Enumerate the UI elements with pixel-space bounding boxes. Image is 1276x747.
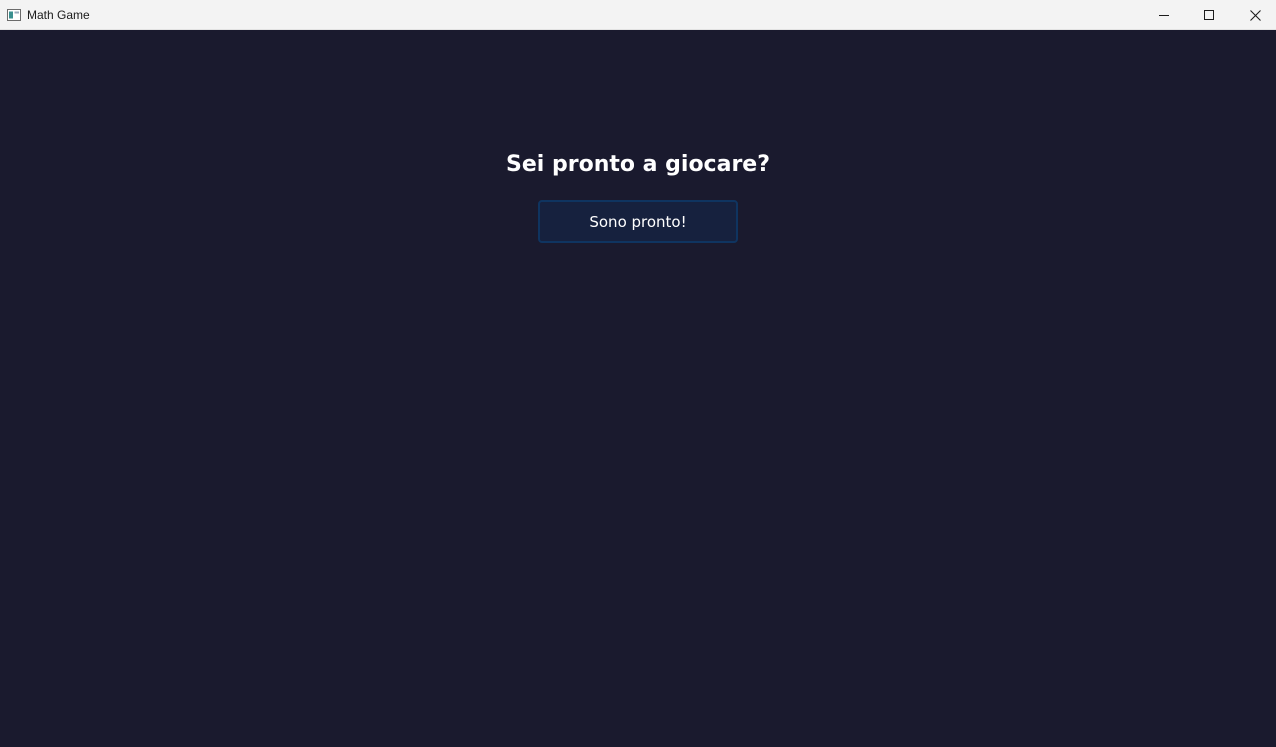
app-window: Math Game Sei pronto a giocare? Sono pro… — [0, 0, 1276, 747]
window-app-icon — [7, 9, 21, 21]
ready-prompt-heading: Sei pronto a giocare? — [506, 152, 770, 177]
window-title: Math Game — [27, 8, 90, 22]
maximize-icon — [1204, 10, 1214, 20]
minimize-icon — [1159, 15, 1169, 16]
title-bar[interactable]: Math Game — [0, 0, 1276, 30]
maximize-button[interactable] — [1186, 0, 1232, 30]
close-icon — [1249, 9, 1261, 21]
close-button[interactable] — [1232, 0, 1276, 30]
game-content: Sei pronto a giocare? Sono pronto! — [0, 30, 1276, 747]
minimize-button[interactable] — [1141, 0, 1187, 30]
ready-button[interactable]: Sono pronto! — [538, 200, 738, 243]
